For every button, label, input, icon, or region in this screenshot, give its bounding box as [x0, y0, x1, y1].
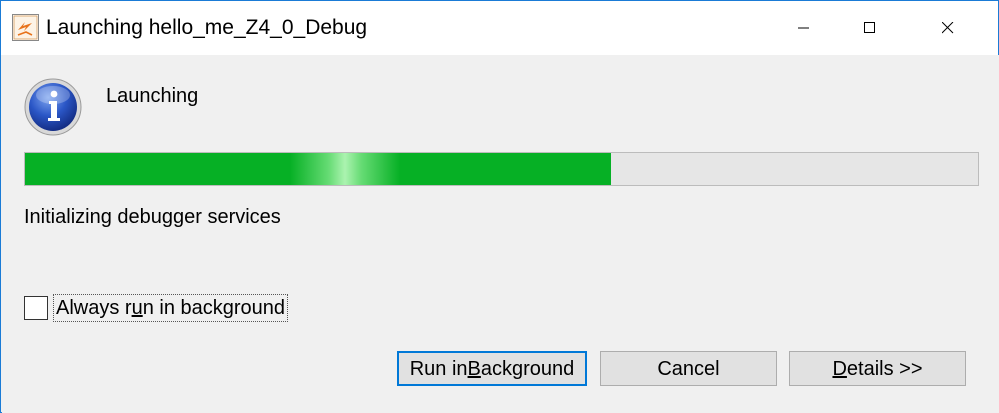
- details-button[interactable]: Details >>: [789, 351, 966, 386]
- maximize-icon: [864, 22, 875, 33]
- checkbox-box[interactable]: [24, 296, 48, 320]
- checkbox-label[interactable]: Always run in background: [53, 294, 289, 322]
- close-button[interactable]: [925, 1, 971, 55]
- always-run-in-background-checkbox[interactable]: Always run in background: [24, 293, 289, 323]
- eclipse-launch-icon: [12, 14, 39, 41]
- title-bar[interactable]: Launching hello_me_Z4_0_Debug: [1, 1, 998, 55]
- progress-glow: [290, 153, 400, 185]
- status-text: Initializing debugger services: [24, 206, 281, 228]
- progress-bar: [24, 152, 979, 186]
- minimize-button[interactable]: [781, 1, 827, 55]
- minimize-icon: [798, 27, 809, 29]
- run-in-background-button[interactable]: Run in Background: [397, 351, 587, 386]
- maximize-button[interactable]: [847, 1, 893, 55]
- dialog-body: Launching Initializing debugger services…: [2, 55, 999, 413]
- close-icon: [942, 22, 954, 34]
- cancel-button[interactable]: Cancel: [600, 351, 777, 386]
- window-title: Launching hello_me_Z4_0_Debug: [46, 16, 368, 39]
- launch-dialog-window: Launching hello_me_Z4_0_Debug Launching …: [0, 0, 999, 413]
- dialog-heading: Launching: [106, 85, 199, 107]
- info-icon: [24, 78, 82, 136]
